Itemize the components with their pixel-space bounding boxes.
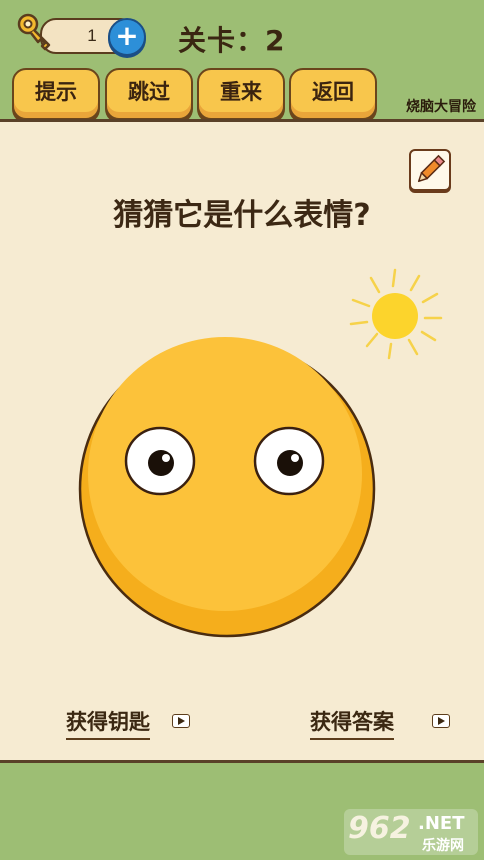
plus-icon: +: [115, 19, 139, 52]
watermark-brand: 962: [348, 811, 411, 846]
level-label: 关卡：2: [178, 24, 286, 57]
play-icon[interactable]: [432, 714, 450, 728]
left-eye: [124, 426, 196, 496]
pencil-icon: [417, 154, 446, 183]
retry-button[interactable]: 重来: [197, 68, 285, 120]
game-title: 烧脑大冒险: [406, 99, 476, 115]
add-key-button[interactable]: +: [108, 18, 146, 56]
watermark-sub: 乐游网: [422, 838, 464, 854]
play-icon[interactable]: [172, 714, 190, 728]
get-key-link[interactable]: 获得钥匙: [66, 706, 150, 740]
pencil-button[interactable]: [409, 149, 451, 191]
watermark-suffix: .NET: [418, 813, 465, 834]
back-button[interactable]: 返回: [289, 68, 377, 120]
key-count: 1: [87, 26, 97, 45]
hint-button[interactable]: 提示: [12, 68, 100, 120]
watermark-logo: 962 .NET 乐游网: [344, 809, 478, 855]
question-text: 猜猜它是什么表情?: [113, 198, 371, 233]
skip-button[interactable]: 跳过: [105, 68, 193, 120]
key-icon: [17, 13, 51, 51]
emoji-face[interactable]: [72, 334, 382, 644]
right-eye: [253, 426, 325, 496]
get-answer-link[interactable]: 获得答案: [310, 706, 394, 740]
